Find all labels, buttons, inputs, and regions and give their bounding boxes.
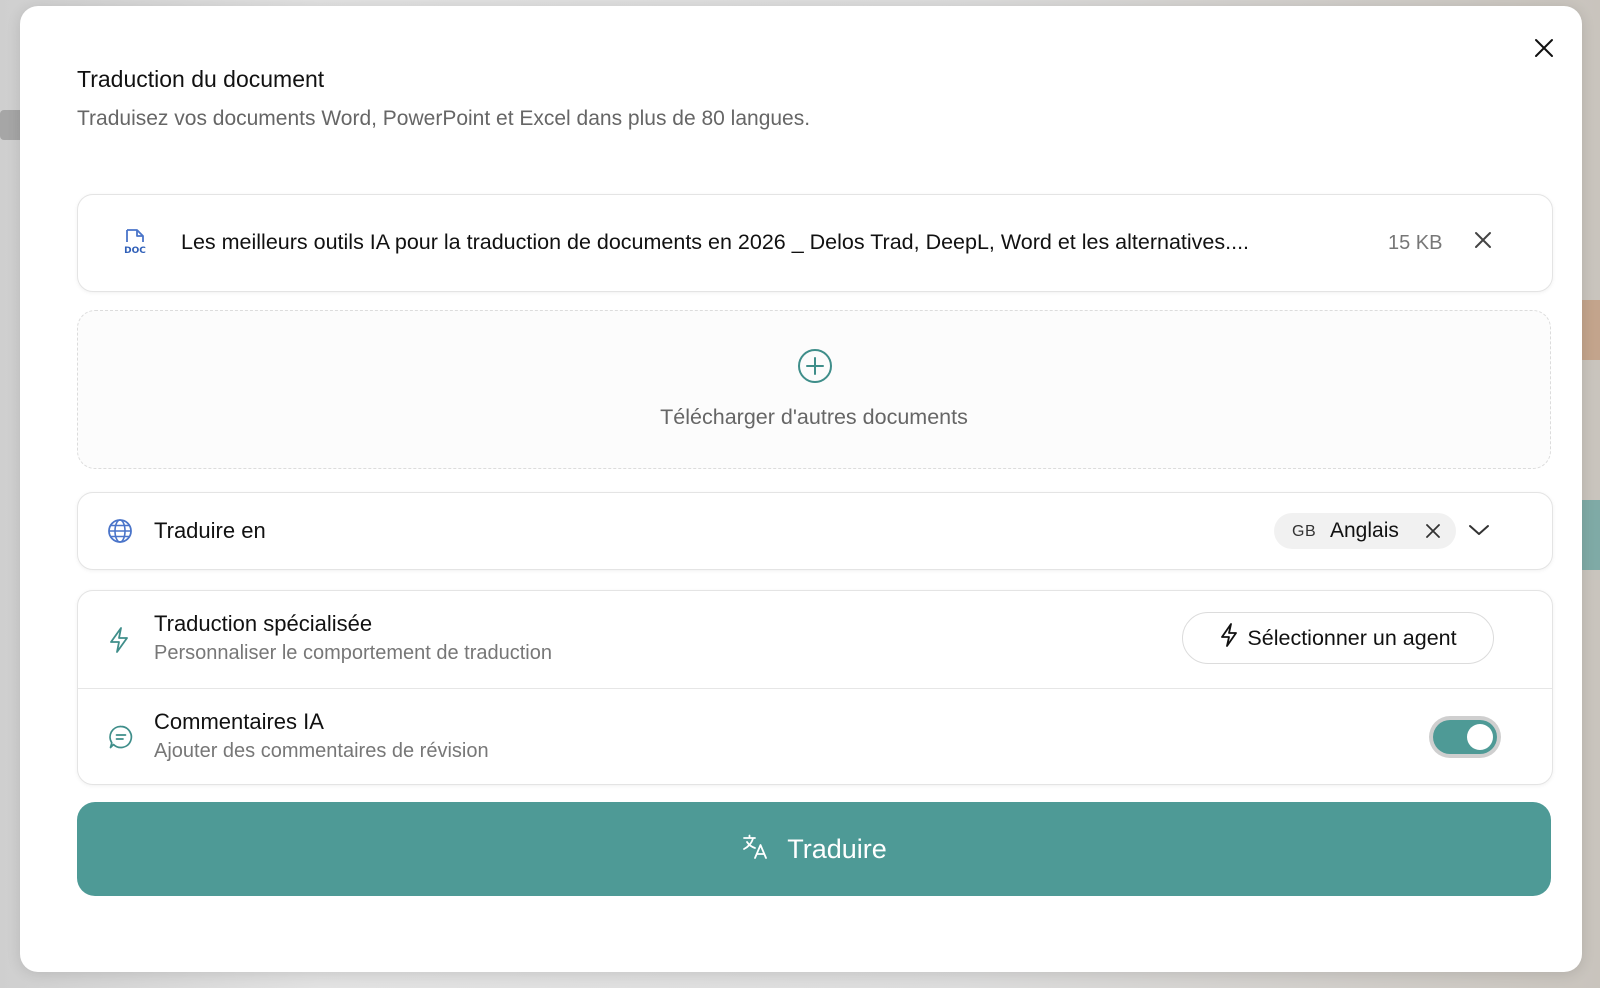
translate-document-dialog: Traduction du document Traduisez vos doc… [20,6,1582,972]
upload-more-label: Télécharger d'autres documents [660,405,968,429]
specialized-translation-title: Traduction spécialisée [154,611,373,636]
comment-icon [108,724,134,755]
translate-button[interactable]: Traduire [77,802,1551,896]
upload-more-documents-dropzone[interactable]: Télécharger d'autres documents [77,310,1551,469]
dialog-title: Traduction du document [77,66,325,92]
dialog-subtitle: Traduisez vos documents Word, PowerPoint… [77,107,811,130]
file-size: 15 KB [1388,232,1443,254]
select-agent-label: Sélectionner un agent [1247,625,1457,650]
ai-comments-toggle[interactable] [1429,716,1501,758]
remove-file-button[interactable] [1468,227,1498,257]
remove-language-button[interactable] [1422,520,1444,542]
close-icon [1426,524,1440,538]
chevron-down-icon [1468,523,1490,542]
specialized-translation-row: Traduction spécialisée Personnaliser le … [78,591,1552,687]
uploaded-file-card: DOC Les meilleurs outils IA pour la trad… [77,194,1553,292]
globe-icon [107,518,133,549]
svg-text:DOC: DOC [124,246,146,256]
translate-button-label: Traduire [787,833,887,864]
ai-comments-row: Commentaires IA Ajouter des commentaires… [78,688,1552,785]
ai-comments-title: Commentaires IA [154,709,324,734]
plus-circle-icon [796,347,834,390]
selected-language-chip: GB Anglais [1274,513,1456,549]
doc-file-icon: DOC [122,228,148,261]
translate-icon [741,833,769,866]
target-language-card: Traduire en GB Anglais [77,492,1553,570]
select-agent-button[interactable]: Sélectionner un agent [1182,612,1494,664]
file-name: Les meilleurs outils IA pour la traducti… [181,230,1250,254]
ai-comments-description: Ajouter des commentaires de révision [154,740,489,762]
translate-to-label: Traduire en [154,518,266,543]
close-dialog-button[interactable] [1528,34,1560,66]
language-dropdown-toggle[interactable] [1466,519,1492,545]
close-icon [1533,37,1555,64]
bolt-icon [1219,622,1239,654]
bolt-icon [108,626,130,659]
close-icon [1474,231,1492,254]
translation-options-card: Traduction spécialisée Personnaliser le … [77,590,1553,785]
toggle-knob [1467,724,1493,750]
specialized-translation-description: Personnaliser le comportement de traduct… [154,642,552,664]
language-flag-code: GB [1292,523,1317,540]
selected-language-name: Anglais [1330,519,1399,542]
toggle-track [1433,720,1497,754]
